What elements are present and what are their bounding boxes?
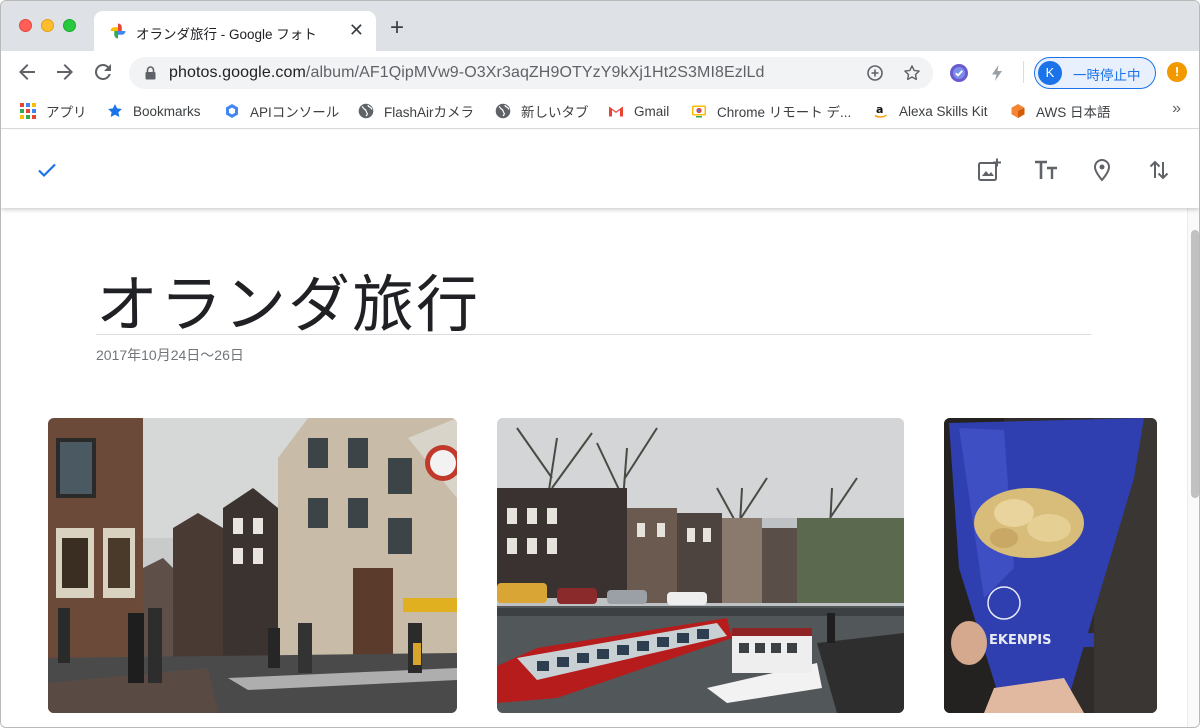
profile-status-label: 一時停止中 — [1073, 68, 1141, 83]
canal-photo-image — [497, 418, 904, 713]
bookmark-label: AWS 日本語 — [1036, 105, 1111, 120]
bookmark-label: Bookmarks — [133, 103, 201, 119]
browser-toolbar: photos.google.com/album/AF1QipMVw9-O3Xr3… — [1, 51, 1199, 93]
google-photos-icon — [110, 23, 126, 39]
globe-icon — [358, 103, 374, 119]
lightning-extension-icon[interactable] — [987, 63, 1007, 83]
album-content: オランダ旅行 2017年10月24日〜26日 EKENPIS — [1, 208, 1187, 727]
extension-check-icon[interactable] — [949, 63, 969, 83]
forward-arrow-icon[interactable] — [53, 60, 77, 84]
bookmark-label: Alexa Skills Kit — [899, 103, 988, 119]
bookmark-gmail[interactable]: Gmail — [608, 101, 669, 121]
globe-icon — [495, 103, 511, 119]
add-photo-icon[interactable] — [976, 157, 1002, 183]
gcp-icon — [226, 104, 238, 118]
tab-title: オランダ旅行 - Google フォト — [136, 27, 317, 42]
sort-icon[interactable] — [1146, 157, 1172, 183]
bookmark-apps[interactable]: アプリ — [20, 101, 87, 121]
browser-tab-active[interactable]: オランダ旅行 - Google フォト ✕ — [94, 11, 376, 51]
svg-text:a: a — [876, 103, 883, 116]
bookmark-label: FlashAirカメラ — [384, 105, 475, 120]
back-arrow-icon[interactable] — [15, 60, 39, 84]
cone-logo-text: EKENPIS — [989, 633, 1051, 648]
bookmarks-overflow-button[interactable]: » — [1172, 100, 1181, 118]
bookmark-label: Gmail — [634, 103, 670, 119]
text-format-icon[interactable] — [1033, 157, 1059, 183]
minimize-window-button[interactable] — [41, 19, 54, 32]
title-divider — [96, 334, 1091, 335]
star-icon — [108, 104, 122, 117]
avatar: K — [1038, 61, 1062, 85]
amsterdam-street-photo[interactable] — [48, 418, 457, 713]
amsterdam-canal-photo[interactable] — [497, 418, 904, 713]
profile-button[interactable]: K 一時停止中 — [1034, 57, 1156, 89]
page-scrollbar[interactable] — [1187, 208, 1199, 727]
url-host: photos.google.com — [169, 64, 306, 81]
browser-window: オランダ旅行 - Google フォト ✕ + photos.google.co… — [0, 0, 1200, 728]
bookmark-label: 新しいタブ — [521, 105, 589, 120]
check-icon[interactable] — [35, 158, 59, 182]
fries-photo-image: EKENPIS — [944, 418, 1157, 713]
address-bar[interactable]: photos.google.com/album/AF1QipMVw9-O3Xr3… — [129, 57, 933, 89]
bookmark-api-console[interactable]: APIコンソール — [224, 101, 339, 121]
amazon-icon: a — [874, 103, 887, 118]
tab-close-icon[interactable]: ✕ — [349, 20, 364, 40]
close-window-button[interactable] — [19, 19, 32, 32]
apps-grid-icon — [20, 103, 36, 119]
bookmark-new-tab[interactable]: 新しいタブ — [495, 101, 589, 121]
street-photo-image — [48, 418, 457, 713]
chrome-remote-icon — [692, 105, 706, 118]
fries-cone-photo[interactable]: EKENPIS — [944, 418, 1157, 713]
bookmark-bookmarks[interactable]: Bookmarks — [107, 101, 201, 121]
bookmark-label: Chrome リモート デ... — [717, 105, 852, 120]
scrollbar-thumb[interactable] — [1191, 230, 1199, 498]
gmail-icon — [609, 106, 623, 117]
bookmarks-bar: アプリ Bookmarks APIコンソール FlashAirカメラ 新しいタブ… — [1, 93, 1199, 129]
bookmark-alexa[interactable]: a Alexa Skills Kit — [873, 101, 988, 121]
album-date[interactable]: 2017年10月24日〜26日 — [96, 345, 244, 365]
bookmark-label: APIコンソール — [250, 105, 340, 120]
location-pin-icon[interactable] — [1089, 157, 1115, 183]
tab-strip: オランダ旅行 - Google フォト ✕ + — [1, 1, 1199, 51]
zoom-plus-icon[interactable] — [865, 63, 885, 83]
url-text: photos.google.com/album/AF1QipMVw9-O3Xr3… — [169, 64, 765, 82]
aws-icon — [1011, 104, 1025, 118]
bookmark-flashair[interactable]: FlashAirカメラ — [358, 101, 474, 121]
update-alert-icon[interactable]: ! — [1167, 62, 1187, 82]
bookmark-star-icon[interactable] — [902, 63, 922, 83]
url-path: /album/AF1QipMVw9-O3Xr3aqZH9OTYzY9kXj1Ht… — [305, 64, 765, 81]
zoom-window-button[interactable] — [63, 19, 76, 32]
album-title[interactable]: オランダ旅行 — [96, 254, 480, 344]
bookmark-aws[interactable]: AWS 日本語 — [1010, 101, 1111, 121]
reload-icon[interactable] — [91, 60, 115, 84]
bookmark-label: アプリ — [46, 105, 87, 120]
bookmark-chrome-remote[interactable]: Chrome リモート デ... — [691, 101, 851, 121]
toolbar-separator — [1023, 61, 1024, 83]
album-edit-appbar — [1, 130, 1199, 208]
lock-icon — [145, 66, 156, 80]
new-tab-button[interactable]: + — [390, 16, 404, 40]
